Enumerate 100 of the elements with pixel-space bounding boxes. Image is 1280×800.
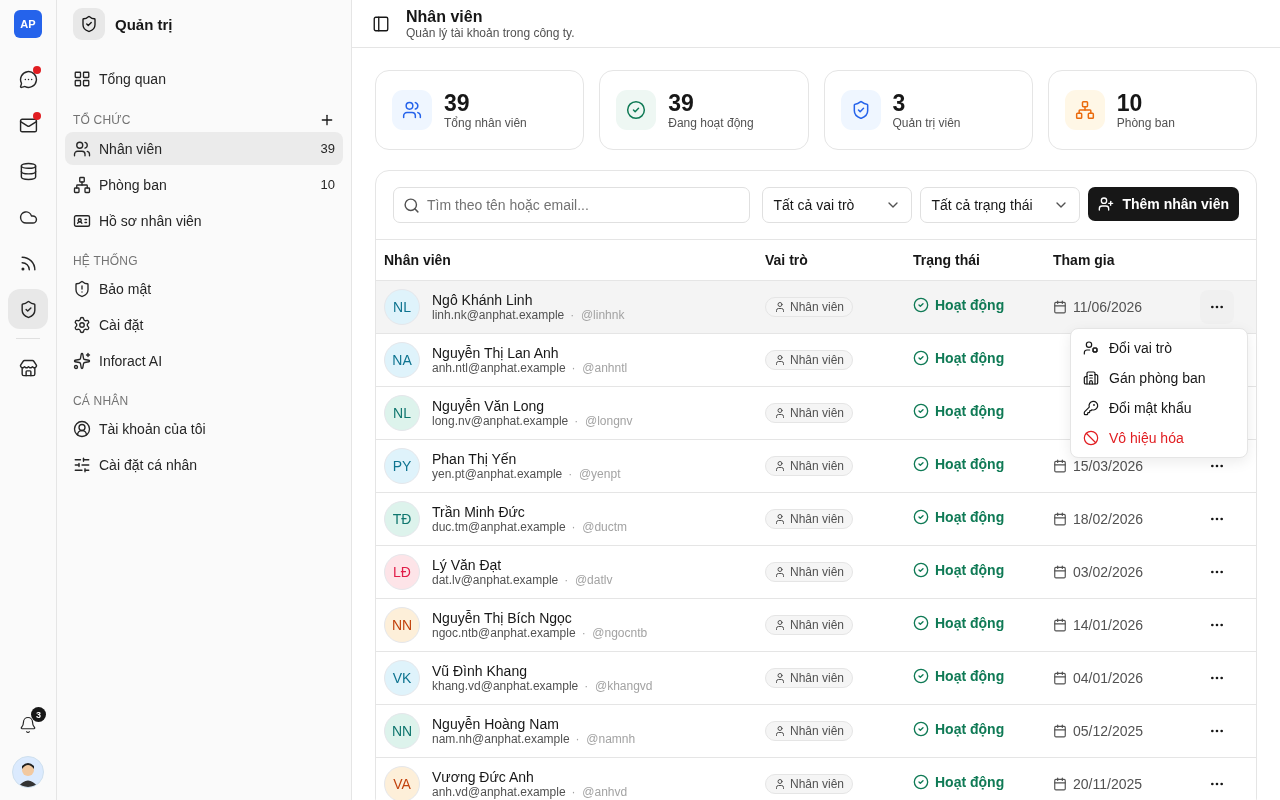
- column-header: Nhân viên: [383, 252, 452, 268]
- status-label: Hoạt động: [905, 562, 1005, 578]
- sidebar-item[interactable]: Cài đặt cá nhân: [65, 448, 343, 481]
- join-date: 20/11/2025: [1045, 776, 1200, 792]
- employee-name: Nguyễn Thị Bích Ngọc: [432, 610, 573, 626]
- check-circle-icon: [913, 297, 929, 313]
- section-title: CÁ NHÂN: [73, 394, 129, 408]
- bell-icon: [19, 716, 37, 734]
- employee-handle: · @linhnk: [570, 308, 625, 322]
- calendar-icon: [1053, 724, 1067, 738]
- sidebar-item[interactable]: Cài đặt: [65, 308, 343, 341]
- stat-label: Phòng ban: [1116, 116, 1175, 130]
- sidebar-toggle-icon[interactable]: [372, 14, 390, 33]
- initials-avatar: NA: [384, 342, 420, 378]
- calendar-icon: [1053, 618, 1067, 632]
- filter-dropdown[interactable]: Tất cả trạng thái: [920, 187, 1081, 223]
- calendar-icon: [1053, 459, 1067, 473]
- status-label: Hoạt động: [905, 297, 1005, 313]
- join-date: 04/01/2026: [1045, 670, 1200, 686]
- table-row[interactable]: NL Ngô Khánh Linh linh.nk@anphat.example · @linhnk Nhân viên Hoạt động 11/06/2026: [376, 281, 1256, 334]
- add-icon[interactable]: [319, 112, 335, 128]
- database-icon: [18, 161, 38, 181]
- sidebar-item[interactable]: Phòng ban 10: [65, 168, 343, 201]
- sidebar-item[interactable]: Inforact AI: [65, 344, 343, 377]
- join-date: 03/02/2026: [1045, 564, 1200, 580]
- status-label: Hoạt động: [905, 403, 1005, 419]
- role-badge: Nhân viên: [765, 456, 854, 476]
- check-circle-icon: [913, 668, 929, 684]
- menu-item[interactable]: Đổi mật khẩu: [1075, 393, 1243, 423]
- item-count: 10: [320, 177, 335, 192]
- employee-handle: · @anhvd: [571, 785, 628, 799]
- user-icon: [774, 513, 786, 525]
- search-field[interactable]: Tìm theo tên hoặc email...: [393, 187, 751, 223]
- initials-avatar: PY: [384, 448, 420, 484]
- employee-email: anh.ntl@anphat.example: [432, 361, 566, 375]
- calendar-icon: [1053, 671, 1067, 685]
- status-label: Hoạt động: [905, 774, 1005, 790]
- menu-item[interactable]: Đổi vai trò: [1075, 333, 1243, 363]
- user-icon: [774, 301, 786, 313]
- column-header: Trạng thái: [912, 252, 981, 268]
- page-subtitle: Quản lý tài khoản trong công ty.: [406, 25, 575, 40]
- store-icon: [18, 358, 38, 378]
- app-logo: AP: [14, 10, 42, 38]
- stat-label: Quản trị viên: [892, 116, 961, 130]
- notification-count: 3: [31, 707, 46, 722]
- shield-check-icon: [18, 299, 38, 319]
- initials-avatar: NL: [384, 395, 420, 431]
- section-title: TỔ CHỨC: [73, 113, 131, 127]
- filter-dropdown[interactable]: Tất cả vai trò: [762, 187, 913, 223]
- join-date: 05/12/2025: [1045, 723, 1200, 739]
- initials-avatar: VA: [384, 766, 420, 800]
- rail-button[interactable]: [8, 289, 48, 329]
- employee-name: Nguyễn Văn Long: [432, 398, 546, 414]
- stat-label: Tổng nhân viên: [444, 116, 527, 130]
- role-badge: Nhân viên: [765, 350, 854, 370]
- join-date: 14/01/2026: [1045, 617, 1200, 633]
- sidebar-item[interactable]: Tài khoản của tôi: [65, 412, 343, 445]
- check-circle-icon: [913, 562, 929, 578]
- ban-icon: [1083, 430, 1099, 446]
- building-icon: [1083, 370, 1099, 386]
- stat-value: 39: [444, 90, 471, 116]
- employee-name: Vương Đức Anh: [432, 769, 535, 785]
- user-avatar[interactable]: [12, 756, 44, 788]
- sliders-icon: [73, 455, 91, 474]
- sidebar-item[interactable]: Hồ sơ nhân viên: [65, 204, 343, 237]
- check-circle-icon: [626, 100, 647, 120]
- add-employee-button[interactable]: Thêm nhân viên: [1088, 187, 1239, 221]
- user-plus-icon: [1098, 196, 1115, 212]
- status-label: Hoạt động: [905, 615, 1005, 631]
- hierarchy-icon: [73, 175, 91, 194]
- sparkles-icon: [73, 351, 91, 370]
- employee-handle: · @datlv: [564, 573, 613, 587]
- employee-name: Vũ Đình Khang: [432, 663, 528, 679]
- role-badge: Nhân viên: [765, 297, 854, 317]
- chat-icon: [18, 69, 38, 89]
- status-label: Hoạt động: [905, 350, 1005, 366]
- employee-name: Trần Minh Đức: [432, 504, 526, 520]
- sidebar-item[interactable]: Nhân viên 39: [65, 132, 343, 165]
- notifications-button[interactable]: 3: [8, 705, 48, 745]
- employee-handle: · @anhntl: [571, 361, 628, 375]
- employee-email: anh.vd@anphat.example: [432, 785, 566, 799]
- employee-email: long.nv@anphat.example: [432, 414, 569, 428]
- page-title: Nhân viên: [406, 7, 484, 26]
- sidebar-item[interactable]: Bảo mật: [65, 272, 343, 305]
- employee-handle: · @ngocntb: [581, 626, 648, 640]
- users-icon: [73, 139, 91, 158]
- initials-avatar: NL: [384, 289, 420, 325]
- check-circle-icon: [913, 615, 929, 631]
- check-circle-icon: [913, 456, 929, 472]
- calendar-icon: [1053, 512, 1067, 526]
- user-icon: [774, 354, 786, 366]
- sidebar-item[interactable]: Tổng quan: [65, 62, 343, 95]
- role-badge: Nhân viên: [765, 403, 854, 423]
- role-badge: Nhân viên: [765, 721, 854, 741]
- user-icon: [774, 672, 786, 684]
- stat-label: Đang hoạt động: [668, 116, 754, 130]
- key-icon: [1083, 400, 1099, 416]
- shield-check-icon: [80, 15, 98, 33]
- join-date: 18/02/2026: [1045, 511, 1200, 527]
- role-badge: Nhân viên: [765, 774, 854, 794]
